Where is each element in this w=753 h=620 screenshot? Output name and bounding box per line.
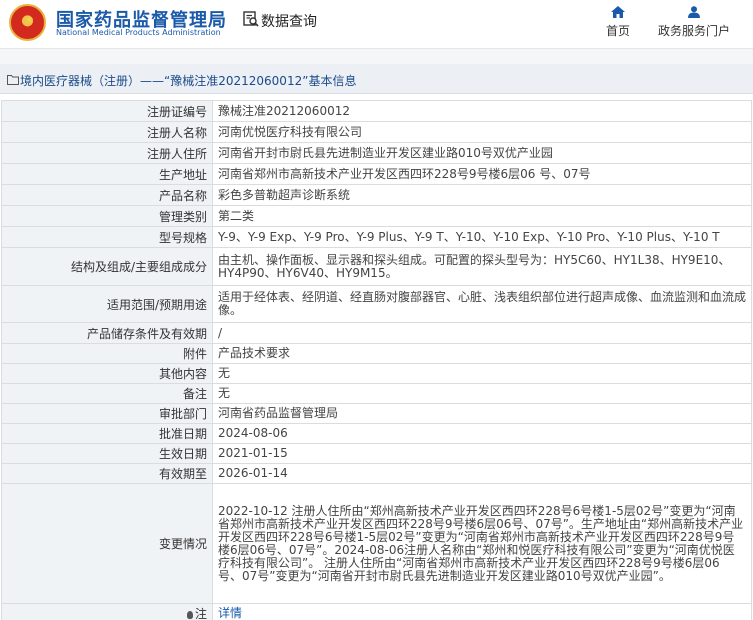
row-registrant-address: 注册人住所 河南省开封市尉氏县先进制造业开发区建业路010号双优产业园	[1, 142, 752, 164]
row-model-spec: 型号规格 Y-9、Y-9 Exp、Y-9 Pro、Y-9 Plus、Y-9 T、…	[1, 226, 752, 248]
home-icon	[611, 6, 625, 18]
row-approval-date: 批准日期 2024-08-06	[1, 423, 752, 444]
field-value: 产品技术要求	[212, 343, 752, 364]
field-value: 无	[212, 383, 752, 404]
field-value: 适用于经体表、经阴道、经直肠对腹部器官、心脏、浅表组织部位进行超声成像、血流监测…	[212, 285, 752, 323]
field-value: 豫械注准20212060012	[212, 100, 752, 122]
breadcrumb: 境内医疗器械（注册）——“豫械注准20212060012”基本信息	[0, 64, 753, 94]
field-value: Y-9、Y-9 Exp、Y-9 Pro、Y-9 Plus、Y-9 T、Y-10、…	[212, 226, 752, 248]
folder-icon	[7, 75, 19, 85]
user-icon	[688, 6, 700, 18]
row-note: 注 详情	[1, 603, 752, 620]
field-value: 2026-01-14	[212, 463, 752, 484]
site-name-en: National Medical Products Administration	[56, 28, 221, 37]
breadcrumb-text: 境内医疗器械（注册）——“豫械注准20212060012”基本信息	[20, 72, 356, 89]
field-value: 2022-10-12 注册人住所由“郑州高新技术产业开发区西四环228号6号楼1…	[212, 483, 752, 604]
field-label: 有效期至	[1, 463, 213, 484]
field-label: 产品名称	[1, 184, 213, 206]
details-link[interactable]: 详情	[218, 606, 242, 620]
row-attachment: 附件 产品技术要求	[1, 343, 752, 364]
row-expiry-date: 有效期至 2026-01-14	[1, 463, 752, 484]
row-management-category: 管理类别 第二类	[1, 205, 752, 227]
row-intended-use: 适用范围/预期用途 适用于经体表、经阴道、经直肠对腹部器官、心脏、浅表组织部位进…	[1, 285, 752, 323]
row-remarks: 备注 无	[1, 383, 752, 404]
breadcrumb-category[interactable]: 境内医疗器械（注册）	[20, 74, 140, 88]
field-label: 注册人住所	[1, 142, 213, 164]
emblem-logo[interactable]: ★	[9, 4, 46, 41]
header-gap	[0, 48, 753, 64]
field-value: 河南优悦医疗科技有限公司	[212, 121, 752, 143]
device-info-table: 注册证编号 豫械注准20212060012 注册人名称 河南优悦医疗科技有限公司…	[1, 100, 752, 620]
row-storage: 产品储存条件及有效期 /	[1, 322, 752, 344]
field-value: 2024-08-06	[212, 423, 752, 444]
field-value: 河南省开封市尉氏县先进制造业开发区建业路010号双优产业园	[212, 142, 752, 164]
field-label: 备注	[1, 383, 213, 404]
field-value: 彩色多普勒超声诊断系统	[212, 184, 752, 206]
field-label: 附件	[1, 343, 213, 364]
row-approval-dept: 审批部门 河南省药品监督管理局	[1, 403, 752, 424]
row-change-history: 变更情况 2022-10-12 注册人住所由“郑州高新技术产业开发区西四环228…	[1, 483, 752, 604]
breadcrumb-record: “豫械注准20212060012”	[164, 74, 309, 88]
nav-home[interactable]: 首页	[604, 6, 632, 39]
row-structure: 结构及组成/主要组成成分 由主机、操作面板、显示器和探头组成。可配置的探头型号为…	[1, 247, 752, 286]
row-registrant-name: 注册人名称 河南优悦医疗科技有限公司	[1, 121, 752, 143]
row-registration-number: 注册证编号 豫械注准20212060012	[1, 100, 752, 122]
breadcrumb-separator: ——	[140, 74, 165, 88]
field-value: 2021-01-15	[212, 443, 752, 464]
field-label: 批准日期	[1, 423, 213, 444]
note-value: 详情	[212, 603, 752, 620]
field-label: 其他内容	[1, 363, 213, 384]
field-value: 无	[212, 363, 752, 384]
field-label: 注册证编号	[1, 100, 213, 122]
row-production-address: 生产地址 河南省郑州市高新技术产业开发区西四环228号9号楼6层06 号、07号	[1, 163, 752, 185]
note-label-text: 注	[194, 606, 207, 620]
lightbulb-icon	[186, 610, 193, 619]
field-label: 型号规格	[1, 226, 213, 248]
field-label: 管理类别	[1, 205, 213, 227]
field-value: /	[212, 322, 752, 344]
row-effective-date: 生效日期 2021-01-15	[1, 443, 752, 464]
field-label: 产品储存条件及有效期	[1, 322, 213, 344]
row-product-name: 产品名称 彩色多普勒超声诊断系统	[1, 184, 752, 206]
site-header: ★ 国家药品监督管理局 National Medical Products Ad…	[0, 0, 753, 48]
field-value: 第二类	[212, 205, 752, 227]
nav-home-label: 首页	[605, 24, 630, 38]
field-label: 适用范围/预期用途	[1, 285, 213, 323]
field-value: 由主机、操作面板、显示器和探头组成。可配置的探头型号为：HY5C60、HY1L3…	[212, 247, 752, 286]
field-label: 生效日期	[1, 443, 213, 464]
nav-gov-portal[interactable]: 政务服务门户	[656, 6, 732, 39]
breadcrumb-suffix: 基本信息	[308, 74, 357, 88]
field-label: 结构及组成/主要组成成分	[1, 247, 213, 286]
field-value: 河南省郑州市高新技术产业开发区西四环228号9号楼6层06 号、07号	[212, 163, 752, 185]
field-label: 审批部门	[1, 403, 213, 424]
search-document-icon	[243, 11, 259, 27]
nav-gov-portal-label: 政务服务门户	[657, 24, 730, 38]
field-value: 河南省药品监督管理局	[212, 403, 752, 424]
note-label: 注	[1, 603, 213, 620]
section-title: 数据查询	[261, 14, 317, 30]
field-label: 注册人名称	[1, 121, 213, 143]
row-other-content: 其他内容 无	[1, 363, 752, 384]
field-label: 生产地址	[1, 163, 213, 185]
field-label: 变更情况	[1, 483, 213, 604]
